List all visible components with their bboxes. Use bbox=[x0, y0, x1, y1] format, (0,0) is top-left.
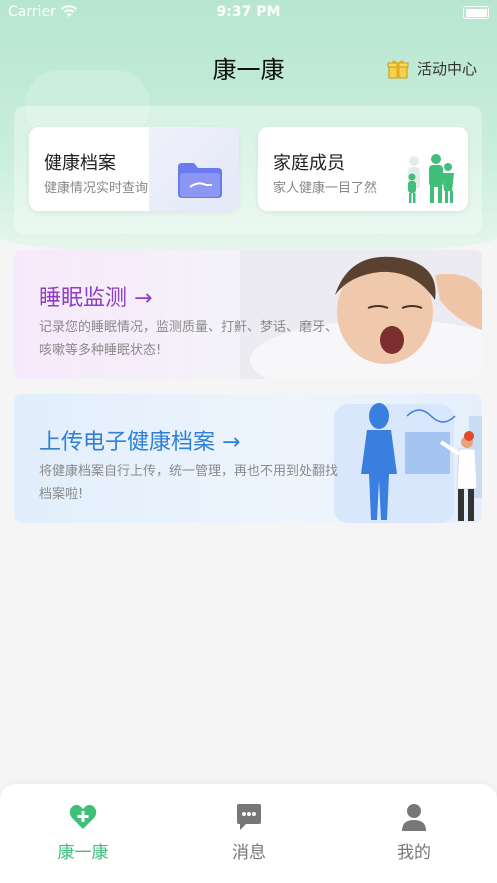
family-members-title: 家庭成员 bbox=[273, 153, 345, 174]
activity-center-button[interactable]: 活动中心 bbox=[387, 58, 477, 79]
family-icon bbox=[400, 147, 460, 209]
sleep-monitor-title-text: 睡眠监测 bbox=[39, 286, 128, 311]
sleep-monitor-banner[interactable]: 睡眠监测 → 记录您的睡眠情况，监测质量、打鼾、梦话、磨牙、咳嗽等多种睡眠状态! bbox=[14, 250, 482, 379]
sleep-monitor-title: 睡眠监测 → bbox=[39, 280, 152, 312]
bottom-tab-bar: 康一康 消息 我的 bbox=[0, 784, 497, 883]
upload-health-record-title-text: 上传电子健康档案 bbox=[39, 430, 216, 455]
arrow-right-icon: → bbox=[222, 430, 241, 455]
tab-profile[interactable]: 我的 bbox=[354, 802, 474, 863]
folder-icon bbox=[176, 161, 224, 203]
upload-health-record-banner[interactable]: 上传电子健康档案 → 将健康档案自行上传，统一管理，再也不用到处翻找档案啦! bbox=[14, 394, 482, 523]
status-bar: Carrier 9:37 PM bbox=[0, 0, 497, 26]
battery-icon bbox=[463, 6, 489, 19]
health-record-subtitle: 健康情况实时查询 bbox=[44, 181, 149, 196]
activity-center-label: 活动中心 bbox=[416, 60, 477, 78]
health-record-card[interactable]: 健康档案 健康情况实时查询 bbox=[29, 127, 239, 211]
tab-messages-label: 消息 bbox=[232, 843, 266, 863]
status-time: 9:37 PM bbox=[216, 4, 281, 20]
chat-bubble-icon bbox=[234, 802, 264, 832]
tab-messages[interactable]: 消息 bbox=[189, 802, 309, 863]
family-members-subtitle: 家人健康一目了然 bbox=[273, 181, 378, 196]
person-icon bbox=[399, 802, 429, 832]
arrow-right-icon: → bbox=[134, 286, 153, 311]
tab-profile-label: 我的 bbox=[397, 843, 431, 863]
upload-health-record-title: 上传电子健康档案 → bbox=[39, 424, 240, 456]
gift-icon bbox=[387, 59, 409, 79]
family-members-card[interactable]: 家庭成员 家人健康一目了然 bbox=[258, 127, 468, 211]
heart-plus-icon bbox=[68, 802, 98, 832]
health-record-title: 健康档案 bbox=[44, 153, 116, 174]
tab-home-label: 康一康 bbox=[57, 843, 109, 863]
tab-home[interactable]: 康一康 bbox=[23, 802, 143, 863]
upload-health-record-description: 将健康档案自行上传，统一管理，再也不用到处翻找档案啦! bbox=[39, 464, 339, 502]
sleep-monitor-description: 记录您的睡眠情况，监测质量、打鼾、梦话、磨牙、咳嗽等多种睡眠状态! bbox=[39, 320, 339, 358]
